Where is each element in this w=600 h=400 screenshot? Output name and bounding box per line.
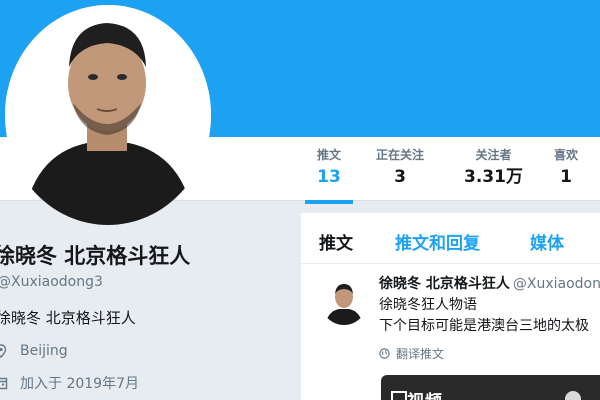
profile-avatar[interactable]	[5, 5, 211, 225]
tab-tweets-and-replies[interactable]: 推文和回复	[395, 229, 480, 254]
tweet-media-preview[interactable]: 视频	[381, 375, 600, 400]
stat-likes-value: 1	[560, 167, 572, 187]
profile-join-date: 加入于 2019年7月	[0, 373, 139, 393]
tab-media[interactable]: 媒体	[530, 229, 564, 254]
translate-tweet-link[interactable]: 翻译推文	[379, 345, 444, 362]
tweet-text-line-1: 徐晓冬狂人物语	[379, 297, 477, 313]
tab-tweets[interactable]: 推文	[319, 229, 353, 254]
location-pin-icon	[0, 344, 8, 358]
tweet-author[interactable]: 徐晓冬 北京格斗狂人	[379, 276, 510, 292]
media-label: 视频	[407, 387, 443, 400]
stat-likes[interactable]: 喜欢 1	[554, 147, 578, 190]
stat-followers[interactable]: 关注者 3.31万	[464, 147, 523, 190]
stat-followers-label: 关注者	[475, 148, 512, 162]
stat-likes-label: 喜欢	[554, 148, 579, 162]
tweet-header: 徐晓冬 北京格斗狂人@Xuxiaodong3	[379, 273, 600, 293]
profile-location: Beijing	[0, 343, 68, 359]
stat-followers-value: 3.31万	[464, 167, 523, 187]
stat-tweets-label: 推文	[317, 148, 342, 162]
video-mark-icon	[391, 391, 407, 400]
tweet-avatar-photo	[321, 279, 367, 325]
timeline-panel: 推文 推文和回复 媒体 徐晓冬 北京格斗狂人@Xuxiaodong3 徐晓冬狂人…	[301, 213, 600, 400]
tweet-handle[interactable]: @Xuxiaodong3	[513, 276, 600, 292]
profile-join-text: 加入于 2019年7月	[20, 376, 139, 392]
tweet-avatar[interactable]	[321, 279, 367, 325]
globe-icon	[379, 348, 390, 359]
media-thumbnail-spot	[565, 391, 581, 400]
tweet-text-line-2: 下个目标可能是港澳台三地的太极	[379, 318, 589, 334]
profile-name: 徐晓冬 北京格斗狂人	[0, 244, 191, 268]
profile-handle[interactable]: @Xuxiaodong3	[0, 274, 103, 290]
stat-following-value: 3	[394, 167, 406, 187]
profile-location-text: Beijing	[20, 343, 68, 359]
calendar-icon	[0, 376, 8, 390]
stat-following[interactable]: 正在关注 3	[376, 147, 424, 190]
translate-tweet-text: 翻译推文	[396, 347, 445, 361]
stat-following-label: 正在关注	[376, 148, 425, 162]
profile-photo	[5, 5, 211, 225]
profile-bio: 徐晓冬 北京格斗狂人	[0, 309, 136, 327]
stat-tweets-value: 13	[317, 167, 341, 187]
stat-tweets[interactable]: 推文 13	[304, 147, 354, 204]
timeline-tabs: 推文 推文和回复 媒体	[301, 213, 600, 264]
